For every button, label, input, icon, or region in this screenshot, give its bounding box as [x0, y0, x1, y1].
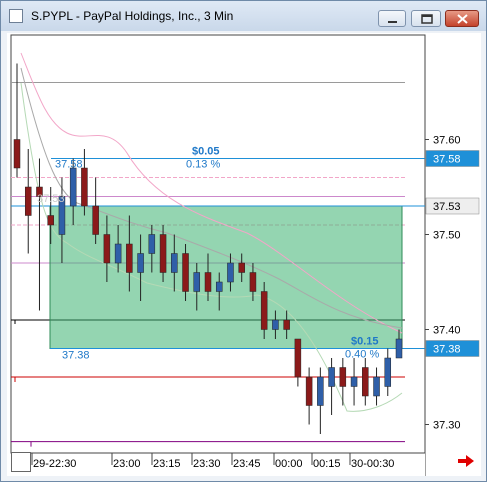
candle-body [148, 234, 156, 254]
x-tick-label: 23:45 [233, 458, 261, 470]
candle-body [317, 376, 324, 406]
ghost-price-label: 37.53 [37, 193, 65, 205]
candle-body [215, 281, 223, 292]
candle-body [238, 262, 245, 273]
candle-body [395, 338, 403, 359]
candle-body [193, 272, 201, 292]
price-tag-label: 37.58 [433, 154, 461, 166]
candle-body [182, 253, 189, 292]
candle-body [305, 376, 313, 406]
candle-body [260, 291, 268, 330]
y-tick-label: 37.30 [433, 420, 461, 432]
candle-body [350, 376, 358, 387]
maximize-button[interactable] [411, 10, 441, 27]
candle-body [272, 319, 279, 330]
upper-change-label: $0.05 [192, 146, 220, 158]
minimize-icon [388, 21, 397, 23]
window-title: S.PYPL - PayPal Holdings, Inc., 3 Min [31, 9, 234, 23]
x-tick-label: 29-22:30 [33, 458, 76, 470]
candle-body [227, 262, 234, 283]
candle-body [171, 253, 178, 273]
lower-change-label: $0.15 [351, 336, 379, 348]
x-tick-label: 23:30 [193, 458, 221, 470]
y-tick-label: 37.60 [433, 135, 461, 147]
candle-body [159, 234, 167, 273]
measure-rectangle [49, 205, 403, 349]
chart-area[interactable]: $0.05 0.13 % 37.58 37.53 $0.15 0.40 % 37.38 37.… [7, 33, 481, 476]
measure-left-label: 37.38 [62, 350, 90, 362]
minimize-button[interactable] [378, 10, 406, 27]
candle-body [283, 319, 290, 330]
candle-body [362, 367, 369, 397]
candle-body [249, 272, 257, 292]
y-tick-label: 37.50 [433, 230, 461, 242]
candle-body [13, 139, 21, 169]
candle-body [114, 243, 122, 264]
chart-corner-box[interactable] [11, 452, 31, 472]
candle-body [137, 253, 144, 273]
candle-body [294, 338, 302, 378]
x-tick-label: 30-00:30 [351, 458, 394, 470]
upper-percent-label: 0.13 % [186, 159, 220, 171]
x-tick-label: 00:00 [275, 458, 303, 470]
price-chart[interactable]: $0.050.13 % 37.58 37.53 $0.150.40 % 37.38 37.… [7, 33, 481, 476]
scroll-right-icon[interactable] [456, 454, 476, 468]
price-tag-label: 37.38 [433, 344, 461, 356]
x-tick-label: 00:15 [313, 458, 341, 470]
candle-body [81, 167, 88, 207]
app-icon [9, 9, 23, 23]
candle-body [92, 205, 99, 235]
close-icon [457, 14, 468, 24]
upper-level-label: 37.58 [55, 159, 83, 171]
lower-percent-label: 0.40 % [345, 349, 379, 361]
price-tag-label: 37.53 [433, 201, 461, 213]
y-tick-label: 37.40 [433, 325, 461, 337]
candle-body [126, 243, 133, 273]
candle-body [69, 167, 77, 207]
candle-body [328, 367, 335, 387]
candle-body [384, 357, 392, 387]
x-tick-label: 23:00 [113, 458, 141, 470]
candle-body [103, 234, 111, 264]
candle-body [47, 215, 54, 226]
candle-body [204, 272, 212, 292]
candle-body [373, 376, 380, 397]
chart-window: S.PYPL - PayPal Holdings, Inc., 3 Min $0… [0, 0, 487, 482]
maximize-icon [421, 14, 433, 24]
close-button[interactable] [445, 10, 479, 27]
title-bar[interactable]: S.PYPL - PayPal Holdings, Inc., 3 Min [1, 1, 486, 31]
x-tick-label: 23:15 [153, 458, 181, 470]
candle-body [339, 367, 347, 387]
candle-body [24, 186, 32, 216]
